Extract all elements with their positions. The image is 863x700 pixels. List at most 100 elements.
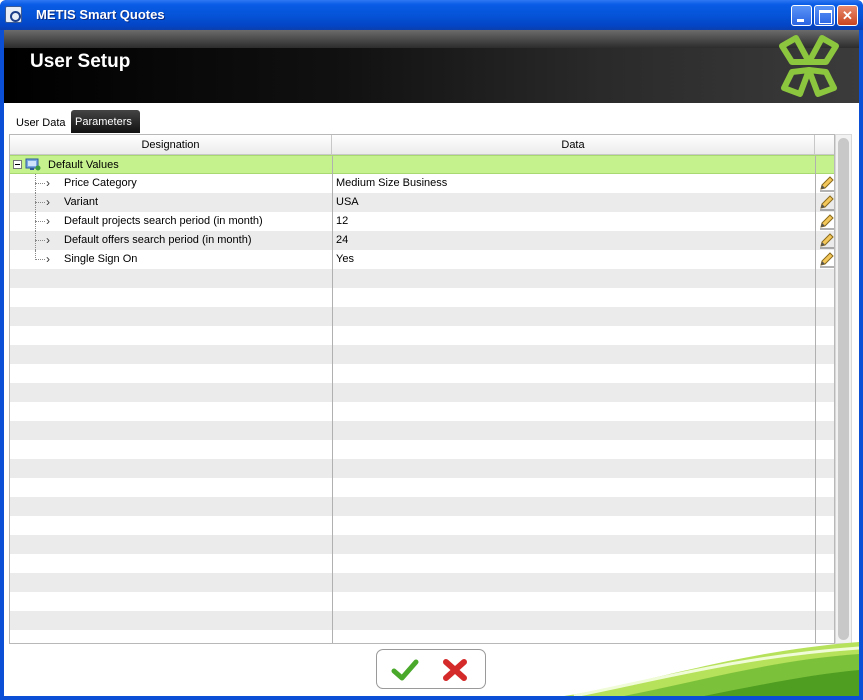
pencil-edit-icon[interactable]: [818, 175, 835, 192]
app-icon[interactable]: [5, 6, 22, 23]
edit-cell[interactable]: [815, 231, 835, 250]
edit-cell[interactable]: [815, 193, 835, 212]
empty-data-cell: [332, 269, 815, 288]
close-button[interactable]: [837, 5, 858, 26]
tab-parameters[interactable]: Parameters: [71, 110, 140, 133]
table-row[interactable]: › Single Sign On Yes: [10, 250, 835, 269]
empty-data-cell: [332, 421, 815, 440]
empty-edit-cell: [815, 364, 834, 383]
vertical-scrollbar[interactable]: [835, 134, 852, 644]
table-row[interactable]: › Variant USA: [10, 193, 835, 212]
grid-rows: Default Values › Price Category Medium Siz…: [10, 155, 835, 643]
empty-row: [10, 592, 834, 611]
empty-data-cell: [332, 345, 815, 364]
empty-row: [10, 269, 834, 288]
column-header-data[interactable]: Data: [332, 135, 815, 155]
title-bar[interactable]: METIS Smart Quotes: [0, 0, 863, 30]
designation-cell: Default projects search period (in month…: [64, 215, 263, 227]
empty-data-cell: [332, 440, 815, 459]
empty-edit-cell: [815, 497, 834, 516]
empty-edit-cell: [815, 421, 834, 440]
empty-row: [10, 345, 834, 364]
empty-edit-cell: [815, 440, 834, 459]
folder-network-icon: [25, 158, 41, 171]
empty-edit-cell: [815, 611, 834, 630]
pencil-edit-icon[interactable]: [818, 194, 835, 211]
grid-header: Designation Data: [10, 135, 834, 155]
edit-cell[interactable]: [815, 212, 835, 231]
empty-data-cell: [332, 326, 815, 345]
empty-edit-cell: [815, 326, 834, 345]
empty-row: [10, 516, 834, 535]
tree-branch: [35, 259, 45, 260]
group-data-cell: [332, 156, 815, 175]
empty-row: [10, 421, 834, 440]
designation-cell: Variant: [64, 196, 99, 208]
empty-data-cell: [332, 535, 815, 554]
chevron-right-icon[interactable]: ›: [46, 176, 50, 190]
pencil-edit-icon[interactable]: [818, 213, 835, 230]
tree-branch: [35, 221, 45, 222]
scrollbar-thumb[interactable]: [838, 138, 849, 640]
empty-data-cell: [332, 497, 815, 516]
empty-row: [10, 383, 834, 402]
empty-edit-cell: [815, 535, 834, 554]
data-cell[interactable]: USA: [332, 193, 815, 212]
empty-row: [10, 535, 834, 554]
maximize-button[interactable]: [814, 5, 835, 26]
client-area: User Setup User Data Parameters Designat…: [4, 30, 859, 696]
empty-edit-cell: [815, 573, 834, 592]
empty-row: [10, 288, 834, 307]
parameters-grid: Designation Data Default Values › Price …: [9, 134, 835, 644]
empty-edit-cell: [815, 516, 834, 535]
data-cell[interactable]: Medium Size Business: [332, 174, 815, 193]
empty-data-cell: [332, 459, 815, 478]
empty-edit-cell: [815, 345, 834, 364]
chevron-right-icon[interactable]: ›: [46, 214, 50, 228]
minimize-button[interactable]: [791, 5, 812, 26]
empty-data-cell: [332, 592, 815, 611]
header-banner: User Setup: [4, 30, 859, 103]
empty-data-cell: [332, 383, 815, 402]
cancel-button-x-icon[interactable]: [441, 657, 469, 683]
empty-row: [10, 402, 834, 421]
group-label: Default Values: [48, 159, 119, 171]
empty-edit-cell: [815, 459, 834, 478]
data-cell[interactable]: Yes: [332, 250, 815, 269]
designation-cell: Single Sign On: [64, 253, 138, 265]
data-cell[interactable]: 24: [332, 231, 815, 250]
empty-data-cell: [332, 288, 815, 307]
tree-branch: [35, 183, 45, 184]
empty-data-cell: [332, 573, 815, 592]
collapse-toggle-icon[interactable]: [13, 160, 22, 169]
empty-edit-cell: [815, 402, 834, 421]
tree-branch: [35, 202, 45, 203]
empty-edit-cell: [815, 307, 834, 326]
table-row[interactable]: › Default offers search period (in month)…: [10, 231, 835, 250]
designation-cell: Default offers search period (in month): [64, 234, 252, 246]
data-cell[interactable]: 12: [332, 212, 815, 231]
pencil-edit-icon[interactable]: [818, 232, 835, 249]
chevron-right-icon[interactable]: ›: [46, 233, 50, 247]
tab-user-data[interactable]: User Data: [16, 117, 66, 129]
empty-edit-cell: [815, 288, 834, 307]
empty-edit-cell: [815, 478, 834, 497]
empty-edit-cell: [815, 592, 834, 611]
chevron-right-icon[interactable]: ›: [46, 195, 50, 209]
ok-button-checkmark-icon[interactable]: [391, 658, 419, 682]
edit-cell[interactable]: [815, 250, 835, 269]
group-row-default-values[interactable]: Default Values: [10, 155, 834, 175]
empty-row: [10, 364, 834, 383]
chevron-right-icon[interactable]: ›: [46, 252, 50, 266]
pencil-edit-icon[interactable]: [818, 251, 835, 268]
column-header-designation[interactable]: Designation: [10, 135, 332, 155]
table-row[interactable]: › Default projects search period (in mont…: [10, 212, 835, 231]
tree-branch: [35, 240, 45, 241]
empty-row: [10, 459, 834, 478]
table-row[interactable]: › Price Category Medium Size Business: [10, 174, 835, 193]
group-edit-cell: [815, 156, 834, 175]
banner-stripe: [4, 30, 859, 48]
empty-row: [10, 478, 834, 497]
edit-cell[interactable]: [815, 174, 835, 193]
metis-logo-icon: [779, 35, 839, 97]
